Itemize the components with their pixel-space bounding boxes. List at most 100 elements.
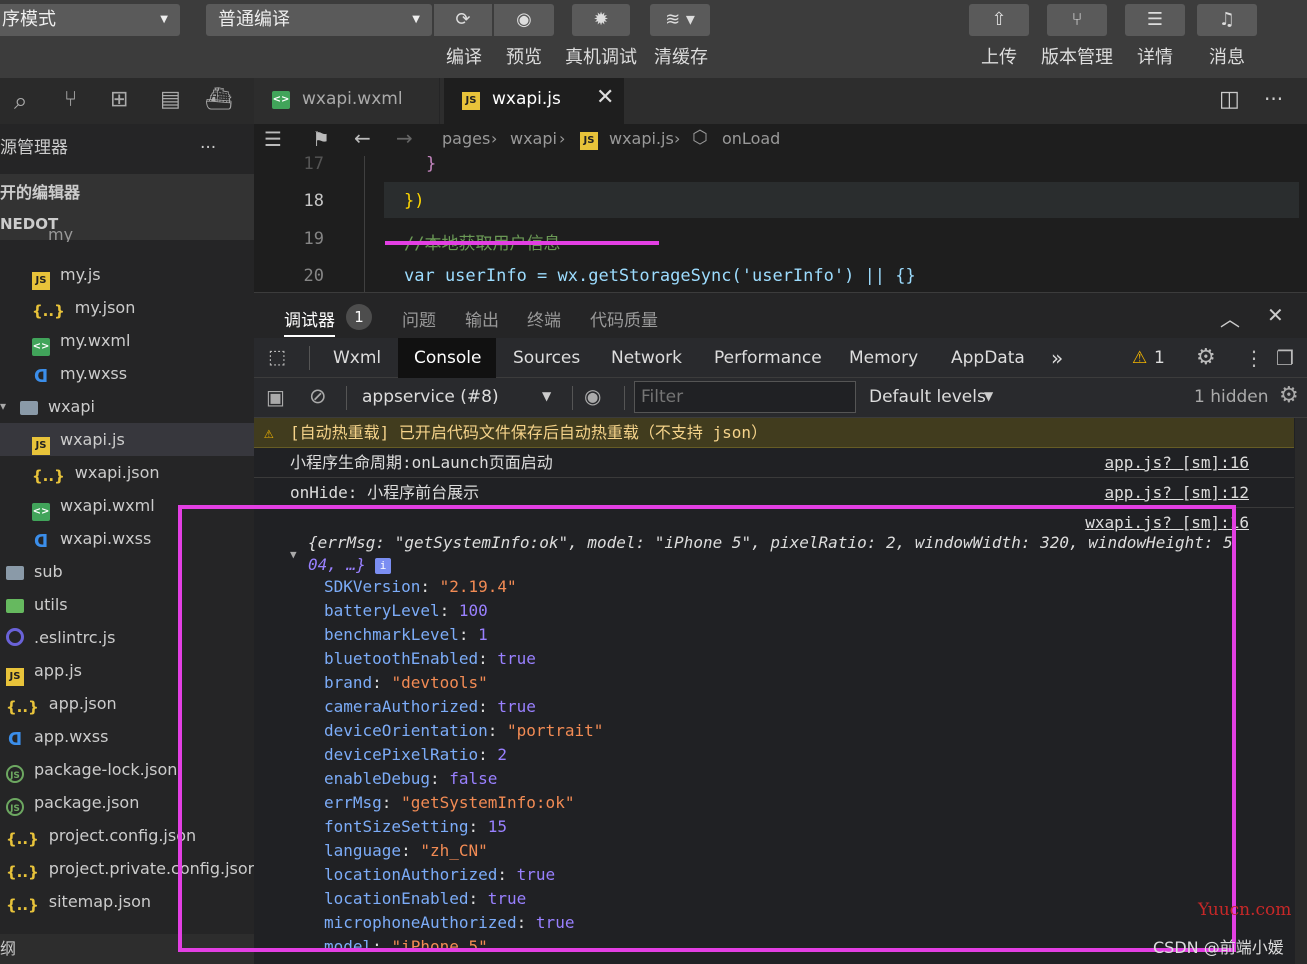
inspect-icon[interactable]: ⬚	[268, 346, 286, 368]
tab-wxml[interactable]: Wxml	[333, 338, 381, 378]
file-item[interactable]: .eslintrc.js	[6, 621, 115, 654]
file-item[interactable]: JS wxapi.js	[32, 423, 125, 456]
docker-icon[interactable]: ⛴	[205, 87, 233, 112]
info-badge[interactable]: i	[375, 558, 391, 574]
property-key: devicePixelRatio	[324, 745, 479, 764]
upload-button[interactable]: ⇧	[969, 4, 1029, 36]
file-item[interactable]: ᗡ wxapi.wxss	[32, 522, 151, 555]
tab-terminal[interactable]: 终端	[527, 306, 561, 331]
file-item[interactable]: JS package-lock.json	[6, 753, 177, 786]
file-item[interactable]: {..} sitemap.json	[6, 885, 151, 918]
file-item[interactable]: {..} my.json	[32, 291, 135, 324]
warning-icon[interactable]: ⚠	[1132, 338, 1147, 378]
sidebar-toggle-icon[interactable]: ▣	[266, 385, 285, 409]
eye-icon[interactable]: ◉	[584, 384, 601, 408]
more-tabs-icon[interactable]: »	[1051, 338, 1063, 378]
forward-arrow-icon[interactable]: →	[396, 126, 413, 150]
property-key: enableDebug	[324, 769, 430, 788]
property-value: true	[487, 889, 527, 908]
kebab-menu-icon[interactable]: ⋮	[1244, 338, 1264, 378]
tab-network[interactable]: Network	[611, 338, 682, 378]
property-key: locationAuthorized	[324, 865, 498, 884]
node-icon: JS	[6, 798, 24, 816]
clear-cache-button[interactable]: ≋ ▾	[650, 4, 710, 36]
top-toolbar: 序模式 ▼ 普通编译 ▼ ⟳ ◉ ✹ ≋ ▾ 编译 预览 真机调试 清缓存 ⇧ ⑂ …	[0, 0, 1307, 78]
source-link[interactable]: app.js? [sm]:16	[1105, 448, 1250, 478]
search-icon[interactable]: ⌕	[14, 87, 27, 115]
compile-button[interactable]: ⟳	[434, 4, 492, 36]
file-name: wxapi.json	[74, 463, 160, 482]
current-line-highlight	[384, 182, 1299, 218]
more-icon[interactable]: ···	[200, 132, 216, 165]
file-item[interactable]: ᗡ my.wxss	[32, 357, 127, 390]
file-item[interactable]: JS my.js	[32, 258, 101, 291]
filter-input[interactable]	[634, 381, 856, 413]
file-item[interactable]: utils	[6, 588, 68, 621]
file-item[interactable]: JS package.json	[6, 786, 139, 819]
clear-console-icon[interactable]: ⊘	[309, 384, 327, 408]
more-actions-icon[interactable]: ···	[1264, 87, 1283, 111]
settings-gear-icon[interactable]: ⚙	[1196, 338, 1216, 378]
real-debug-button[interactable]: ✹	[572, 4, 630, 36]
code-editor[interactable]: 17 } 18 }) 19 //本地获取用户信息 20 var userInfo…	[254, 154, 1307, 292]
tab-wxapi-js[interactable]: JS wxapi.js ✕	[444, 78, 624, 124]
source-control-icon[interactable]: ⑂	[64, 87, 77, 112]
back-arrow-icon[interactable]: ←	[354, 126, 371, 150]
object-summary[interactable]: {errMsg: "getSystemInfo:ok", model: "iPh…	[308, 533, 1233, 552]
bookmark-icon[interactable]: ⚑	[312, 127, 330, 151]
file-item[interactable]: {..} app.json	[6, 687, 117, 720]
warning-count[interactable]: 1	[1154, 338, 1165, 378]
dock-icon[interactable]: ❐	[1276, 338, 1294, 378]
file-item[interactable]: ▾ wxapi	[0, 390, 95, 423]
chevron-down-icon[interactable]: ▼	[542, 389, 551, 403]
file-item[interactable]: {..} project.private.config.json	[6, 852, 258, 885]
breadcrumb-method[interactable]: onLoad	[722, 129, 780, 148]
source-link[interactable]: app.js? [sm]:12	[1105, 478, 1250, 508]
chevron-up-icon[interactable]: ︿	[1220, 303, 1240, 332]
context-select[interactable]: appservice (#8)	[362, 387, 499, 407]
expand-triangle-icon[interactable]: ▼	[290, 548, 297, 561]
file-item[interactable]: {..} project.config.json	[6, 819, 196, 852]
folder-open-icon	[20, 401, 38, 415]
split-editor-icon[interactable]: ◫	[1219, 87, 1240, 112]
breadcrumb-pages[interactable]: pages	[442, 129, 490, 148]
outline-header[interactable]	[0, 934, 254, 964]
tab-memory[interactable]: Memory	[849, 338, 918, 378]
file-item[interactable]: ᗡ app.wxss	[6, 720, 109, 753]
close-icon[interactable]: ✕	[596, 85, 614, 110]
compile-select[interactable]: 普通编译 ▼	[206, 4, 432, 36]
file-item[interactable]: JS app.js	[6, 654, 82, 687]
preview-label: 预览	[506, 47, 542, 68]
extensions-icon[interactable]: ⊞	[110, 87, 128, 112]
levels-select[interactable]: Default levels	[869, 387, 986, 407]
breadcrumb-file[interactable]: wxapi.js	[609, 129, 674, 148]
storage-icon[interactable]: ▤	[160, 87, 181, 112]
details-button[interactable]: ☰	[1125, 4, 1185, 36]
tab-console[interactable]: Console	[414, 338, 482, 378]
file-item[interactable]: sub	[6, 555, 63, 588]
chevron-down-icon[interactable]: ▼	[984, 389, 993, 403]
object-summary-end[interactable]: 04, …}	[308, 555, 366, 574]
console-scrollbar[interactable]	[1295, 418, 1307, 964]
tab-wxapi-wxml[interactable]: <> wxapi.wxml	[254, 78, 440, 124]
tab-performance[interactable]: Performance	[714, 338, 822, 378]
mode-select[interactable]: 序模式 ▼	[0, 4, 180, 36]
console-settings-icon[interactable]: ⚙	[1279, 383, 1299, 408]
file-item[interactable]: <> wxapi.wxml	[32, 489, 155, 522]
tab-debugger[interactable]: 调试器	[284, 306, 335, 337]
tab-code-quality[interactable]: 代码质量	[590, 306, 658, 331]
file-item[interactable]: {..} wxapi.json	[32, 456, 160, 489]
tab-output[interactable]: 输出	[465, 306, 499, 331]
tab-problems[interactable]: 问题	[402, 306, 436, 331]
breadcrumb-wxapi[interactable]: wxapi	[510, 129, 557, 148]
preview-button[interactable]: ◉	[494, 4, 554, 36]
version-button[interactable]: ⑂	[1047, 4, 1107, 36]
property-value: "portrait"	[507, 721, 604, 740]
tab-sources[interactable]: Sources	[513, 338, 580, 378]
tab-appdata[interactable]: AppData	[951, 338, 1025, 378]
list-icon[interactable]: ☰	[264, 127, 282, 151]
messages-button[interactable]: ♫	[1197, 4, 1257, 36]
close-panel-icon[interactable]: ✕	[1267, 303, 1284, 327]
file-item[interactable]: <> my.wxml	[32, 324, 130, 357]
console-toolbar: ▣ ⊘ appservice (#8) ▼ ◉ Default levels ▼…	[254, 378, 1307, 418]
